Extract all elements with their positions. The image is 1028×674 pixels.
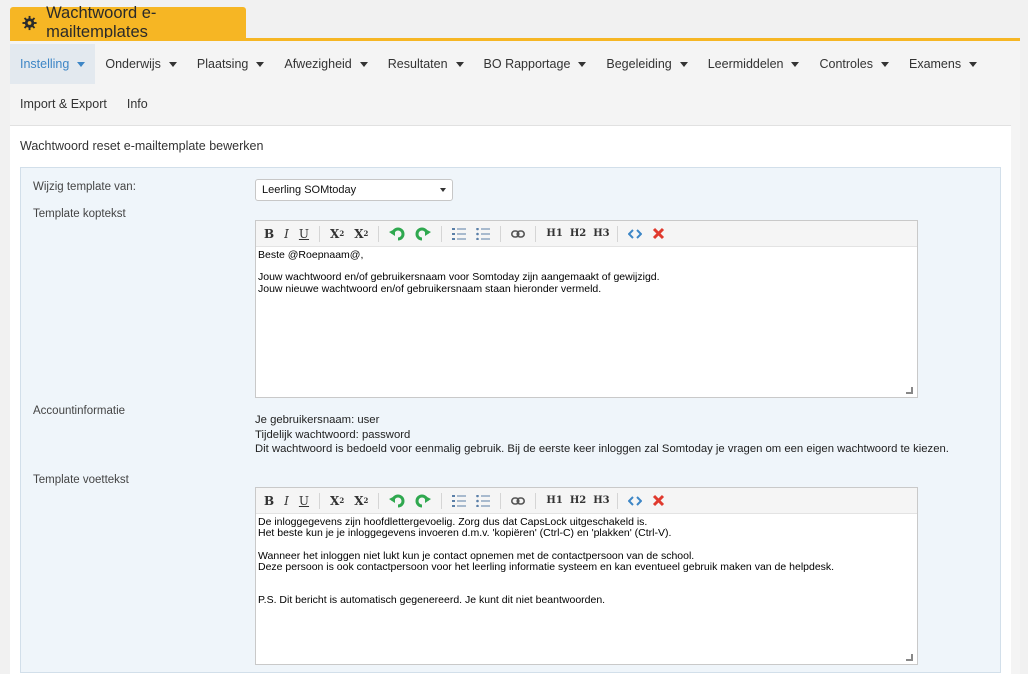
heading1-button[interactable]: H1 bbox=[546, 228, 562, 239]
menu-item-examens[interactable]: Examens bbox=[899, 44, 987, 84]
header-editor-content[interactable]: Beste @Roepnaam@, Jouw wachtwoord en/of … bbox=[256, 247, 917, 397]
account-username: Je gebruikersnaam: user bbox=[255, 414, 380, 426]
menu-item-bo-rapportage[interactable]: BO Rapportage bbox=[474, 44, 597, 84]
main-menu: Instelling Onderwijs Plaatsing Afwezighe… bbox=[10, 44, 1020, 124]
caret-down-icon bbox=[77, 61, 86, 67]
header-editor: B I U X2 X2 H1 H2 H3 Beste @Roepnaam@, J… bbox=[255, 220, 918, 398]
source-code-icon[interactable] bbox=[627, 495, 642, 506]
menu-item-import-export[interactable]: Import & Export bbox=[10, 84, 117, 124]
template-select-label: Wijzig template van: bbox=[33, 181, 136, 193]
window-title-tab: Wachtwoord e-mailtemplates bbox=[10, 4, 246, 41]
source-code-icon[interactable] bbox=[627, 228, 642, 239]
heading2-button[interactable]: H2 bbox=[570, 228, 586, 239]
italic-button[interactable]: I bbox=[284, 227, 289, 241]
undo-icon[interactable] bbox=[389, 494, 405, 508]
caret-down-icon bbox=[168, 61, 177, 67]
heading3-button[interactable]: H3 bbox=[593, 495, 609, 506]
heading1-button[interactable]: H1 bbox=[546, 495, 562, 506]
page-title: Wachtwoord reset e-mailtemplate bewerken bbox=[20, 139, 264, 153]
heading2-button[interactable]: H2 bbox=[570, 495, 586, 506]
heading3-button[interactable]: H3 bbox=[593, 228, 609, 239]
content-panel: Wachtwoord reset e-mailtemplate bewerken… bbox=[10, 125, 1011, 674]
redo-icon[interactable] bbox=[415, 494, 432, 508]
superscript-button[interactable]: X2 bbox=[354, 227, 368, 241]
subscript-button[interactable]: X2 bbox=[330, 227, 344, 241]
account-info-label: Accountinformatie bbox=[33, 405, 126, 417]
bold-button[interactable]: B bbox=[264, 494, 274, 508]
unordered-list-icon[interactable] bbox=[476, 494, 491, 507]
caret-down-icon bbox=[791, 61, 800, 67]
footer-template-label: Template voettekst bbox=[33, 474, 129, 486]
unordered-list-icon[interactable] bbox=[476, 227, 491, 240]
caret-down-icon bbox=[256, 61, 265, 67]
undo-icon[interactable] bbox=[389, 227, 405, 241]
main-container: Instelling Onderwijs Plaatsing Afwezighe… bbox=[10, 38, 1020, 674]
menu-item-onderwijs[interactable]: Onderwijs bbox=[95, 44, 187, 84]
resize-handle-icon[interactable] bbox=[906, 387, 913, 394]
remove-format-icon[interactable] bbox=[652, 494, 665, 507]
link-icon[interactable] bbox=[511, 229, 526, 239]
footer-editor-toolbar: B I U X2 X2 H1 H2 H3 bbox=[256, 488, 917, 514]
menu-item-afwezigheid[interactable]: Afwezigheid bbox=[274, 44, 377, 84]
bold-button[interactable]: B bbox=[264, 227, 274, 241]
caret-down-icon bbox=[455, 61, 464, 67]
menu-item-controles[interactable]: Controles bbox=[809, 44, 899, 84]
superscript-button[interactable]: X2 bbox=[354, 494, 368, 508]
menu-item-plaatsing[interactable]: Plaatsing bbox=[187, 44, 274, 84]
link-icon[interactable] bbox=[511, 496, 526, 506]
template-form: Wijzig template van: Leerling SOMtoday T… bbox=[20, 167, 1001, 673]
menu-row-secondary: Import & Export Info bbox=[10, 84, 158, 124]
resize-handle-icon[interactable] bbox=[906, 654, 913, 661]
redo-icon[interactable] bbox=[415, 227, 432, 241]
account-note: Dit wachtwoord is bedoeld voor eenmalig … bbox=[255, 443, 949, 455]
ordered-list-icon[interactable] bbox=[452, 227, 467, 240]
account-password: Tijdelijk wachtwoord: password bbox=[255, 428, 411, 441]
header-template-label: Template koptekst bbox=[33, 208, 126, 220]
menu-row-primary: Instelling Onderwijs Plaatsing Afwezighe… bbox=[10, 44, 987, 84]
italic-button[interactable]: I bbox=[284, 494, 289, 508]
caret-down-icon bbox=[578, 61, 587, 67]
underline-button[interactable]: U bbox=[299, 494, 309, 508]
account-info: Je gebruikersnaam: user Tijdelijk wachtw… bbox=[255, 413, 949, 457]
select-arrow-icon bbox=[440, 188, 446, 192]
footer-editor-content[interactable]: De inloggegevens zijn hoofdlettergevoeli… bbox=[256, 514, 917, 664]
menu-item-resultaten[interactable]: Resultaten bbox=[378, 44, 474, 84]
template-select[interactable]: Leerling SOMtoday bbox=[255, 179, 453, 201]
menu-item-leermiddelen[interactable]: Leermiddelen bbox=[698, 44, 810, 84]
caret-down-icon bbox=[969, 61, 978, 67]
caret-down-icon bbox=[679, 61, 688, 67]
caret-down-icon bbox=[359, 61, 368, 67]
menu-item-instelling[interactable]: Instelling bbox=[10, 44, 96, 84]
template-select-value: Leerling SOMtoday bbox=[262, 184, 357, 196]
menu-item-begeleiding[interactable]: Begeleiding bbox=[596, 44, 697, 84]
header-editor-toolbar: B I U X2 X2 H1 H2 H3 bbox=[256, 221, 917, 247]
window-title: Wachtwoord e-mailtemplates bbox=[46, 3, 157, 41]
ordered-list-icon[interactable] bbox=[452, 494, 467, 507]
footer-editor: B I U X2 X2 H1 H2 H3 De inloggegevens zi… bbox=[255, 487, 918, 665]
underline-button[interactable]: U bbox=[299, 227, 309, 241]
caret-down-icon bbox=[880, 61, 889, 67]
remove-format-icon[interactable] bbox=[652, 227, 665, 240]
subscript-button[interactable]: X2 bbox=[330, 494, 344, 508]
gear-icon bbox=[22, 15, 37, 30]
menu-item-info[interactable]: Info bbox=[117, 84, 158, 124]
